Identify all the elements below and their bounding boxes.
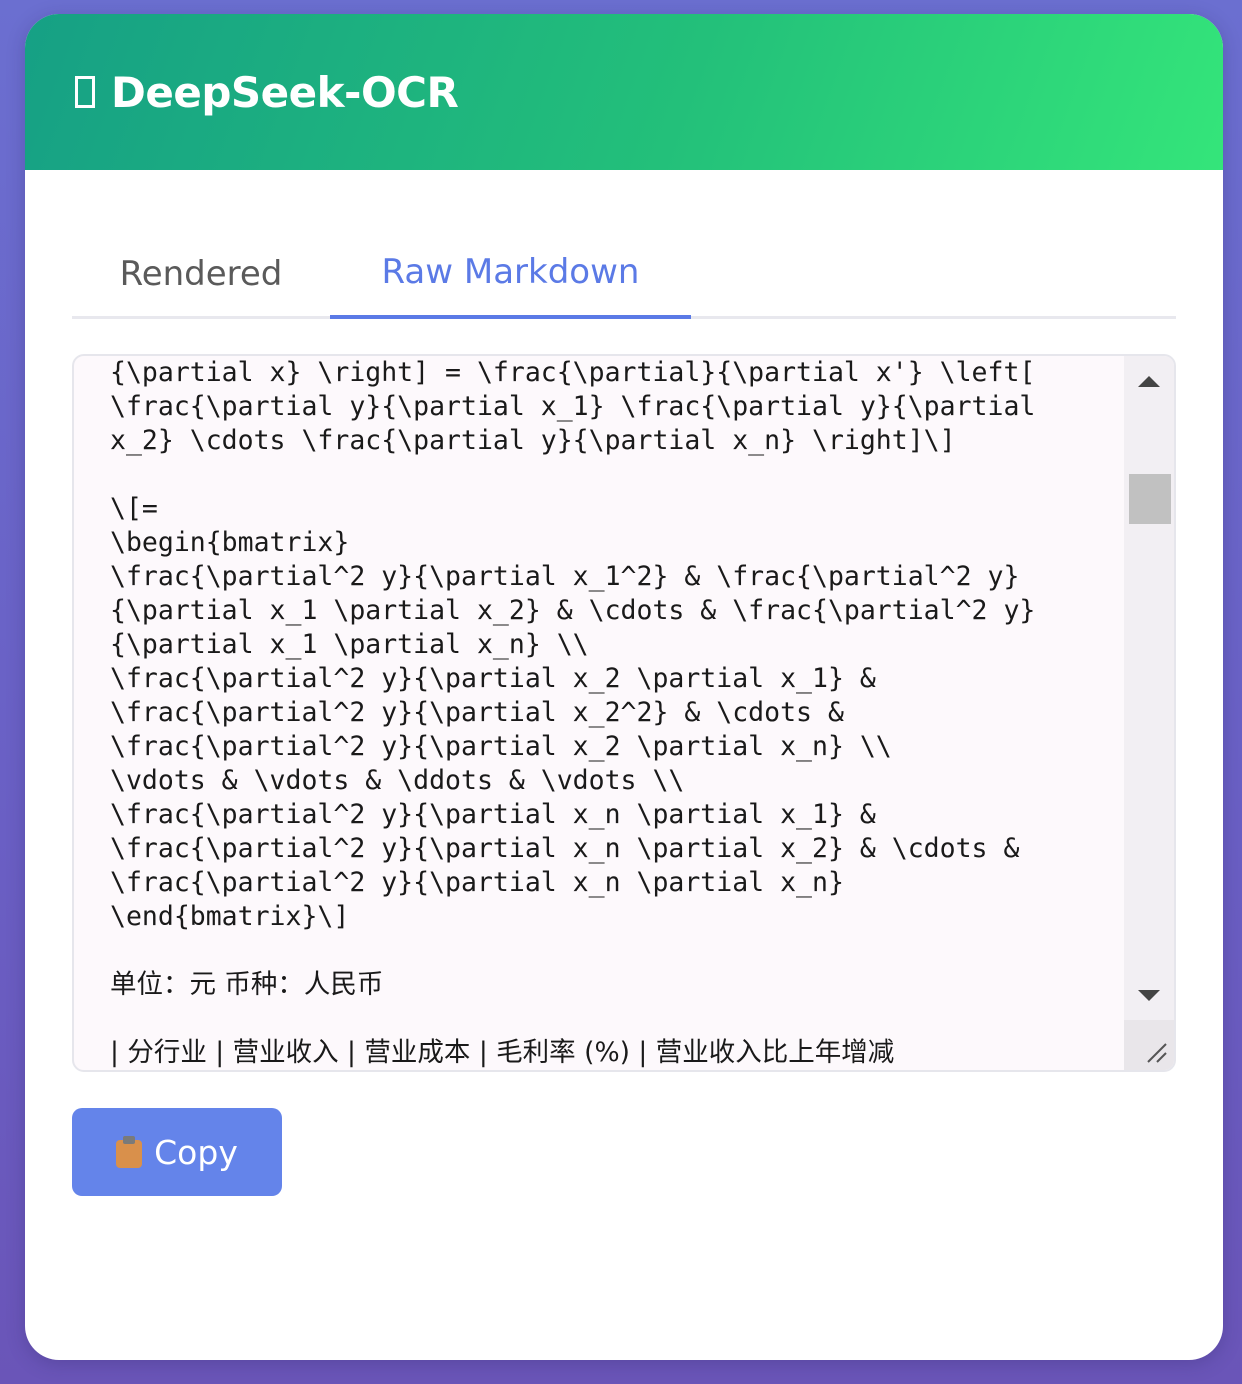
app-title: DeepSeek-OCR	[111, 67, 459, 117]
code-line: x_2} \cdots \frac{\partial y}{\partial x…	[110, 425, 956, 456]
tab-rendered[interactable]: Rendered	[72, 229, 330, 319]
raw-markdown-content: {\partial x} \right] = \frac{\partial}{\…	[110, 356, 1120, 1070]
code-line: 单位：元 币种：人民币	[110, 969, 384, 1000]
code-line: {\partial x} \right] = \frac{\partial}{\…	[110, 357, 1036, 388]
code-line: \frac{\partial y}{\partial x_1} \frac{\p…	[110, 391, 1036, 422]
code-line: | 分行业 | 营业收入 | 营业成本 | 毛利率 (%) | 营业收入比上年增…	[110, 1037, 895, 1068]
code-line: \frac{\partial^2 y}{\partial x_n \partia…	[110, 867, 844, 898]
code-line: \frac{\partial^2 y}{\partial x_n \partia…	[110, 833, 1020, 864]
scroll-down-arrow-icon[interactable]	[1138, 990, 1160, 1001]
code-line: \frac{\partial^2 y}{\partial x_2 \partia…	[110, 663, 876, 694]
vertical-scrollbar[interactable]	[1124, 356, 1174, 1070]
logo-icon	[75, 76, 95, 108]
scroll-up-arrow-icon[interactable]	[1138, 376, 1160, 387]
code-line: \begin{bmatrix}	[110, 527, 350, 558]
code-line: \frac{\partial^2 y}{\partial x_2 \partia…	[110, 731, 892, 762]
code-line: {\partial x_1 \partial x_2} & \cdots & \…	[110, 595, 1036, 626]
code-line: \frac{\partial^2 y}{\partial x_1^2} & \f…	[110, 561, 1020, 592]
code-line: \frac{\partial^2 y}{\partial x_2^2} & \c…	[110, 697, 844, 728]
copy-button-label: Copy	[154, 1132, 238, 1172]
app-header: DeepSeek-OCR	[25, 14, 1223, 170]
app-card: DeepSeek-OCR Rendered Raw Markdown {\par…	[25, 14, 1223, 1360]
tab-raw-markdown[interactable]: Raw Markdown	[330, 229, 691, 319]
raw-markdown-textarea[interactable]: {\partial x} \right] = \frac{\partial}{\…	[72, 354, 1176, 1072]
code-line: \vdots & \vdots & \ddots & \vdots \\	[110, 765, 685, 796]
code-line: \end{bmatrix}\]	[110, 901, 350, 932]
scrollbar-thumb[interactable]	[1129, 474, 1171, 524]
code-line: {\partial x_1 \partial x_n} \\	[110, 629, 589, 660]
clipboard-icon	[116, 1136, 143, 1168]
code-line: \[=	[110, 493, 158, 524]
resize-handle-icon[interactable]	[1124, 1020, 1174, 1070]
copy-button[interactable]: Copy	[72, 1108, 282, 1196]
tab-bar: Rendered Raw Markdown	[72, 229, 1176, 319]
code-line: \frac{\partial^2 y}{\partial x_n \partia…	[110, 799, 876, 830]
